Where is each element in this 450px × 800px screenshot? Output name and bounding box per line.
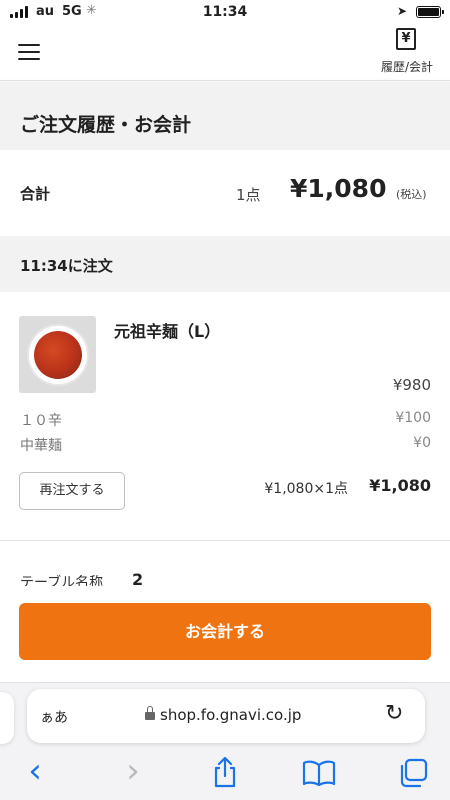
- total-count: 1点: [236, 186, 261, 204]
- receipt-yen-icon[interactable]: ¥: [396, 28, 416, 50]
- total-label: 合計: [20, 185, 51, 203]
- header-divider: [0, 80, 450, 81]
- battery-icon: [416, 6, 444, 18]
- location-arrow-icon: ➤: [397, 4, 408, 18]
- section-divider: [0, 540, 450, 541]
- bookmarks-icon[interactable]: [302, 760, 336, 786]
- item-name: 元祖辛麺（L）: [114, 322, 221, 341]
- tabs-icon[interactable]: [398, 758, 430, 788]
- previous-tab-card[interactable]: [0, 692, 14, 744]
- reload-icon[interactable]: ↻: [385, 701, 403, 726]
- noodle-bowl-image: [26, 323, 89, 386]
- history-checkout-link[interactable]: 履歴/会計: [372, 58, 442, 75]
- total-amount: ¥1,080: [290, 174, 387, 203]
- line-total: ¥1,080: [369, 476, 431, 495]
- option-price: ¥100: [395, 410, 431, 426]
- text-size-button[interactable]: ぁあ: [40, 707, 68, 727]
- lock-icon: [145, 706, 155, 720]
- tax-note: (税込): [396, 188, 427, 201]
- page-title: ご注文履歴・お会計: [20, 114, 192, 136]
- forward-icon[interactable]: ›: [116, 754, 150, 788]
- back-icon[interactable]: ‹: [18, 754, 52, 788]
- option-name: 中華麺: [20, 438, 62, 454]
- status-bar: au 5G ✳ 11:34 ➤: [0, 0, 450, 26]
- option-price: ¥0: [413, 435, 431, 451]
- line-calculation: ¥1,080×1点: [264, 481, 348, 497]
- menu-icon[interactable]: [18, 44, 40, 60]
- item-price: ¥980: [392, 376, 431, 394]
- share-icon[interactable]: [211, 756, 239, 788]
- item-thumbnail: [19, 316, 96, 393]
- status-time: 11:34: [202, 4, 248, 20]
- url-text[interactable]: shop.fo.gnavi.co.jp: [160, 706, 301, 724]
- order-time-heading: 11:34に注文: [20, 257, 113, 275]
- checkout-button[interactable]: お会計する: [19, 603, 431, 660]
- reorder-button[interactable]: 再注文する: [19, 472, 125, 510]
- option-name: １０辛: [20, 413, 62, 429]
